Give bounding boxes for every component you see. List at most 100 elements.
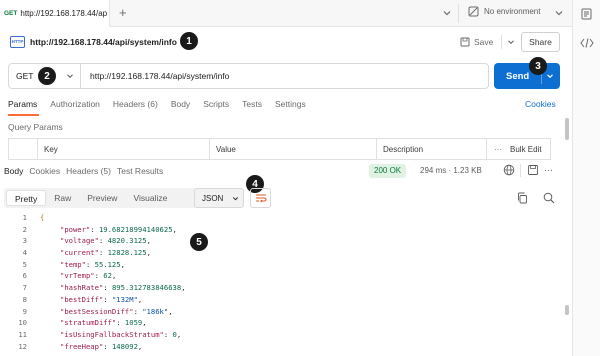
save-chevron-down-icon[interactable] [506, 37, 516, 47]
line-number: 2 [22, 224, 27, 234]
bulk-edit-button[interactable]: Bulk Edit [510, 145, 542, 154]
line-number: 9 [22, 306, 27, 316]
tab-test-results[interactable]: Test Results [117, 166, 163, 176]
format-select[interactable]: JSON [194, 188, 244, 208]
response-body[interactable]: 1 { 2 "power": 19.68218994140625, 3 "volta… [0, 212, 572, 352]
json-value: "186k" [142, 306, 169, 316]
json-key: "power" [60, 224, 91, 234]
line-number: 5 [22, 259, 27, 269]
request-tab-title: http://192.168.178.44/ap [20, 9, 108, 18]
line-number: 1 [22, 213, 27, 222]
document-icon[interactable] [581, 8, 592, 20]
column-divider [37, 139, 38, 159]
more-options-icon[interactable]: ··· [544, 165, 553, 175]
code-line: 5 "temp": 55.125, [0, 259, 572, 271]
json-value: 895.312783846638 [111, 283, 182, 293]
request-tab[interactable]: GET http://192.168.178.44/ap [0, 0, 110, 27]
tab-response-cookies[interactable]: Cookies [29, 166, 60, 176]
column-header-key: Key [44, 145, 58, 154]
code-line: 7 "hashRate": 895.312783846638, [0, 282, 572, 294]
share-button[interactable]: Share [521, 32, 560, 52]
request-tab-method: GET [4, 10, 18, 17]
tab-params[interactable]: Params [8, 99, 37, 109]
view-raw[interactable]: Raw [46, 193, 79, 203]
column-header-description: Description [383, 145, 424, 154]
json-value: 62 [103, 271, 112, 281]
column-divider [486, 139, 487, 159]
view-pretty[interactable]: Pretty [6, 190, 47, 206]
json-value: 19.68218994140625 [98, 224, 173, 234]
json-key: "temp" [60, 259, 86, 269]
tab-scripts[interactable]: Scripts [203, 99, 229, 109]
tab-bar: GET http://192.168.178.44/ap + No enviro… [0, 0, 572, 27]
code-scrollbar-thumb[interactable] [565, 305, 569, 315]
json-key: "current" [60, 248, 99, 258]
annotation-badge-1: 1 [180, 32, 198, 50]
save-label: Save [474, 37, 494, 47]
line-number: 6 [22, 271, 27, 281]
send-button[interactable]: Send [494, 63, 560, 89]
code-line: 3 "voltage": 4820.3125, [0, 235, 572, 247]
column-header-value: Value [216, 145, 236, 154]
chevron-down-icon[interactable] [441, 7, 453, 19]
environment-selector[interactable]: No environment [468, 6, 540, 17]
right-sidebar [572, 0, 600, 356]
no-environment-icon [468, 6, 479, 17]
search-icon[interactable] [543, 192, 555, 204]
tab-tests[interactable]: Tests [242, 99, 262, 109]
divider [520, 164, 521, 177]
line-number: 3 [22, 236, 27, 246]
column-divider [376, 139, 377, 159]
view-visualize[interactable]: Visualize [125, 193, 175, 203]
code-text: { [40, 213, 45, 222]
view-preview[interactable]: Preview [79, 193, 125, 203]
tab-settings[interactable]: Settings [275, 99, 306, 109]
env-chevron-down-icon[interactable] [553, 7, 565, 19]
line-number: 4 [22, 248, 27, 258]
line-number: 10 [18, 318, 27, 328]
params-table: Key Value Description ··· Bulk Edit [8, 138, 551, 160]
active-tab-indicator [8, 114, 39, 116]
cookies-link[interactable]: Cookies [525, 99, 556, 109]
url-input[interactable]: http://192.168.178.44/api/system/info [90, 71, 229, 81]
request-title[interactable]: http://192.168.178.44/api/system/info [30, 37, 177, 47]
divider [458, 4, 459, 23]
code-line: 6 "vrTemp": 62, [0, 270, 572, 282]
status-badge[interactable]: 200 OK [369, 164, 407, 178]
column-divider [209, 139, 210, 159]
unsaved-dot-icon [109, 12, 110, 16]
globe-icon[interactable] [503, 164, 515, 176]
tab-response-body[interactable]: Body [4, 166, 23, 176]
wrap-lines-button[interactable] [250, 188, 271, 208]
line-number: 12 [18, 341, 27, 351]
json-value: 148092 [111, 341, 138, 351]
code-line: 11 "isUsingFallbackStratum": 0, [0, 329, 572, 341]
json-value: "132M" [111, 294, 138, 304]
query-params-title: Query Params [8, 122, 63, 132]
annotation-badge-3: 3 [529, 57, 547, 75]
json-key: "hashRate" [60, 283, 104, 293]
scrollbar-thumb[interactable] [565, 118, 569, 140]
tab-response-headers[interactable]: Headers (5) [66, 166, 111, 176]
method-label: GET [16, 71, 34, 81]
tab-authorization[interactable]: Authorization [50, 99, 100, 109]
response-meta[interactable]: 294 ms · 1.23 KB [420, 166, 482, 175]
json-key: "freeHeap" [60, 341, 104, 351]
code-line: 8 "bestDiff": "132M", [0, 294, 572, 306]
json-key: "bestSessionDiff" [60, 306, 134, 316]
tab-headers[interactable]: Headers (6) [113, 99, 158, 109]
format-label: JSON [202, 193, 224, 203]
plus-icon[interactable]: + [119, 5, 127, 20]
code-line: 9 "bestSessionDiff": "186k", [0, 306, 572, 318]
request-tabs: Params Authorization Headers (6) Body Sc… [8, 99, 319, 109]
send-chevron-down-icon[interactable] [545, 71, 555, 81]
save-button[interactable]: Save [456, 32, 518, 52]
format-chevron-down-icon [233, 196, 239, 200]
more-icon[interactable]: ··· [494, 145, 502, 154]
code-icon[interactable] [580, 38, 594, 48]
response-tabs: Body Cookies Headers (5) Test Results [4, 166, 169, 176]
view-mode-selector: Pretty Raw Preview Visualize [4, 188, 211, 208]
save-response-icon[interactable] [527, 164, 539, 176]
copy-icon[interactable] [517, 192, 528, 204]
tab-body[interactable]: Body [171, 99, 190, 109]
